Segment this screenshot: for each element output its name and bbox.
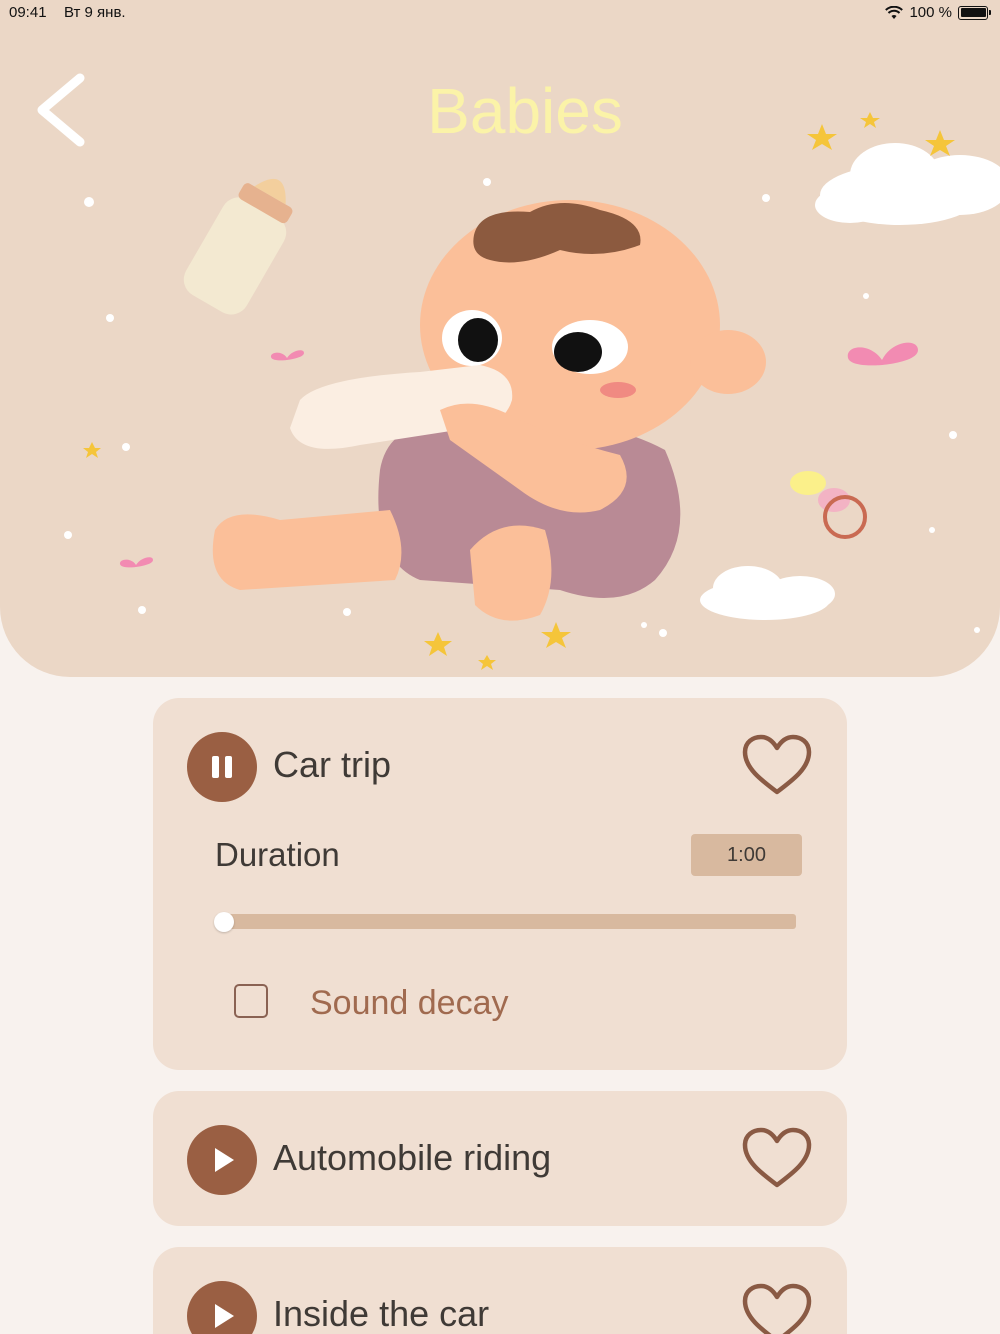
duration-value[interactable]: 1:00 (691, 834, 802, 876)
sound-title: Automobile riding (273, 1137, 552, 1178)
favorite-button[interactable] (741, 1283, 813, 1334)
play-button[interactable] (187, 1281, 257, 1334)
pause-button[interactable] (187, 732, 257, 802)
battery-percent: 100 % (909, 4, 952, 21)
slider-track (216, 914, 796, 929)
status-indicators: 100 % (885, 4, 991, 21)
heart-icon (742, 1283, 812, 1334)
baby-illustration (64, 112, 1000, 670)
sound-card: Car trip Duration 1:00 Sound decay (153, 698, 847, 1070)
heart-icon (742, 1127, 812, 1188)
sound-card: Automobile riding (153, 1091, 847, 1226)
header-banner: Babies (0, 0, 1000, 677)
status-date: Вт 9 янв. (64, 4, 126, 21)
favorite-button[interactable] (741, 734, 813, 798)
duration-slider[interactable] (208, 901, 796, 941)
favorite-button[interactable] (741, 1127, 813, 1191)
play-icon (215, 1148, 234, 1172)
sound-decay-checkbox[interactable] (234, 984, 268, 1018)
duration-label: Duration (215, 836, 340, 873)
sound-card: Inside the car (153, 1247, 847, 1334)
sound-title: Car trip (273, 744, 392, 785)
play-icon (215, 1304, 234, 1328)
status-time: 09:41 (9, 4, 47, 21)
slider-thumb[interactable] (214, 912, 234, 932)
wifi-icon (885, 5, 904, 19)
play-button[interactable] (187, 1125, 257, 1195)
status-bar: 09:41 Вт 9 янв. 100 % (0, 0, 1000, 28)
sound-title: Inside the car (273, 1293, 490, 1334)
battery-icon (958, 5, 991, 20)
sound-decay-label: Sound decay (310, 984, 509, 1022)
pause-icon (212, 756, 232, 778)
heart-icon (742, 734, 812, 795)
